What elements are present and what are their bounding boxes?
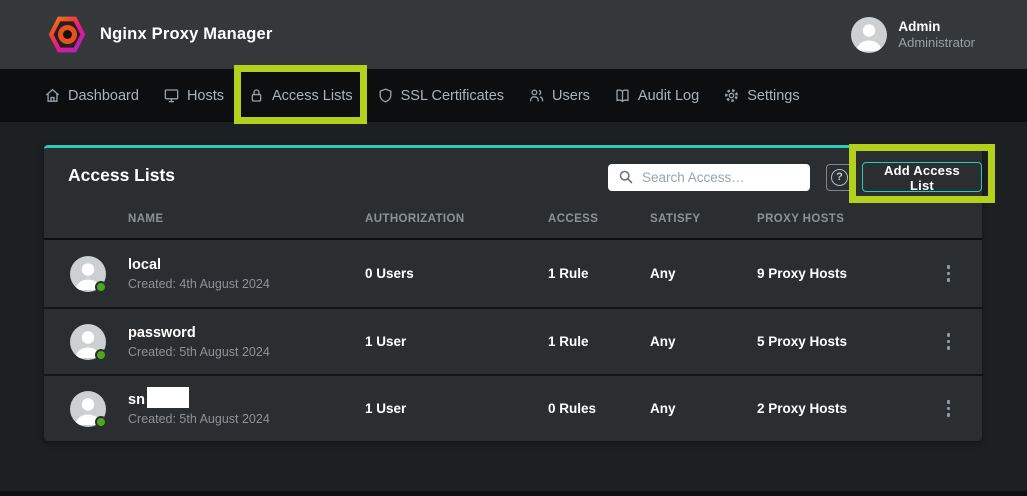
access-value: 1 Rule [548, 266, 650, 281]
nav-item-ssl-certificates[interactable]: SSL Certificates [377, 69, 504, 122]
name-block: password Created: 5th August 2024 [128, 325, 270, 359]
proxy-hosts-value: 5 Proxy Hosts [757, 334, 915, 349]
table-row[interactable]: local Created: 4th August 2024 0 Users 1… [44, 240, 982, 307]
help-button[interactable]: ? [826, 164, 853, 191]
add-access-list-button[interactable]: Add Access List [862, 162, 982, 192]
authorization-value: 1 User [365, 401, 548, 416]
actions-cell [915, 261, 982, 286]
row-avatar [70, 391, 106, 427]
home-icon [44, 87, 61, 104]
logo-ring [58, 25, 77, 44]
redaction-box [147, 387, 189, 408]
app-title: Nginx Proxy Manager [100, 25, 273, 44]
column-header-authorization: AUTHORIZATION [365, 213, 548, 225]
lock-icon [248, 87, 265, 104]
access-value: 1 Rule [548, 334, 650, 349]
name-cell: password Created: 5th August 2024 [44, 324, 365, 360]
shield-icon [377, 87, 394, 104]
add-access-list-label: Add Access List [884, 163, 960, 193]
proxy-hosts-value: 9 Proxy Hosts [757, 266, 915, 281]
app-header: Nginx Proxy Manager Admin Administrator [0, 0, 1027, 69]
nav-item-audit-log[interactable]: Audit Log [614, 69, 699, 122]
access-list-name: local [128, 257, 270, 274]
bottom-edge-strip [0, 491, 1027, 496]
search-input[interactable] [608, 164, 810, 191]
online-status-dot [95, 349, 107, 361]
online-status-dot [95, 416, 107, 428]
access-lists-panel: Access Lists ? Add Access List NAME AU [44, 145, 982, 441]
main-nav: Dashboard Hosts Access Lists SSL Certifi… [0, 69, 1027, 122]
panel-title: Access Lists [68, 148, 175, 202]
authorization-value: 0 Users [365, 266, 548, 281]
nav-item-users[interactable]: Users [528, 69, 590, 122]
nav-label: SSL Certificates [401, 88, 504, 104]
nav-item-settings[interactable]: Settings [723, 69, 799, 122]
kebab-menu-icon[interactable] [941, 329, 957, 354]
book-icon [614, 87, 631, 104]
column-header-name: NAME [44, 213, 365, 225]
brand: Nginx Proxy Manager [48, 16, 273, 54]
monitor-icon [163, 87, 180, 104]
nav-label: Access Lists [272, 88, 353, 104]
authorization-value: 1 User [365, 334, 548, 349]
nav-label: Audit Log [638, 88, 699, 104]
row-avatar [70, 256, 106, 292]
app-logo-icon [48, 16, 86, 54]
column-header-proxy-hosts: PROXY HOSTS [757, 213, 915, 225]
nginx-proxy-manager-app: Nginx Proxy Manager Admin Administrator … [0, 0, 1027, 496]
access-list-name: sn [128, 392, 270, 409]
users-icon [528, 87, 545, 104]
proxy-hosts-value: 2 Proxy Hosts [757, 401, 915, 416]
nav-item-hosts[interactable]: Hosts [163, 69, 224, 122]
column-header-satisfy: SATISFY [650, 213, 757, 225]
name-cell: local Created: 4th August 2024 [44, 256, 365, 292]
table-row[interactable]: password Created: 5th August 2024 1 User… [44, 307, 982, 374]
nav-label: Dashboard [68, 88, 139, 104]
actions-cell [915, 329, 982, 354]
access-value: 0 Rules [548, 401, 650, 416]
nav-label: Hosts [187, 88, 224, 104]
name-cell: sn Created: 5th August 2024 [44, 391, 365, 427]
content-area: Access Lists ? Add Access List NAME AU [0, 122, 1027, 496]
satisfy-value: Any [650, 334, 757, 349]
access-list-name: password [128, 325, 270, 342]
person-icon [851, 17, 887, 53]
access-list-name-text: sn [128, 392, 145, 408]
nav-label: Settings [747, 88, 799, 104]
table-row[interactable]: sn Created: 5th August 2024 1 User 0 Rul… [44, 374, 982, 441]
user-avatar [851, 17, 887, 53]
satisfy-value: Any [650, 266, 757, 281]
table-header-row: NAME AUTHORIZATION ACCESS SATISFY PROXY … [44, 200, 982, 240]
user-menu[interactable]: Admin Administrator [851, 17, 975, 53]
nav-item-access-lists[interactable]: Access Lists [248, 69, 353, 122]
nav-item-dashboard[interactable]: Dashboard [44, 69, 139, 122]
user-text: Admin Administrator [898, 18, 975, 51]
actions-cell [915, 396, 982, 421]
satisfy-value: Any [650, 401, 757, 416]
name-block: local Created: 4th August 2024 [128, 257, 270, 291]
question-mark-icon: ? [831, 169, 848, 186]
panel-header: Access Lists ? Add Access List [44, 148, 982, 200]
kebab-menu-icon[interactable] [941, 396, 957, 421]
column-header-access: ACCESS [548, 213, 650, 225]
user-role: Administrator [898, 35, 975, 51]
gear-icon [723, 87, 740, 104]
nav-label: Users [552, 88, 590, 104]
created-date: Created: 4th August 2024 [128, 277, 270, 291]
created-date: Created: 5th August 2024 [128, 345, 270, 359]
created-date: Created: 5th August 2024 [128, 412, 270, 426]
row-avatar [70, 324, 106, 360]
name-block: sn Created: 5th August 2024 [128, 392, 270, 426]
user-name: Admin [898, 18, 975, 35]
search-box [608, 164, 810, 191]
online-status-dot [95, 281, 107, 293]
kebab-menu-icon[interactable] [941, 261, 957, 286]
